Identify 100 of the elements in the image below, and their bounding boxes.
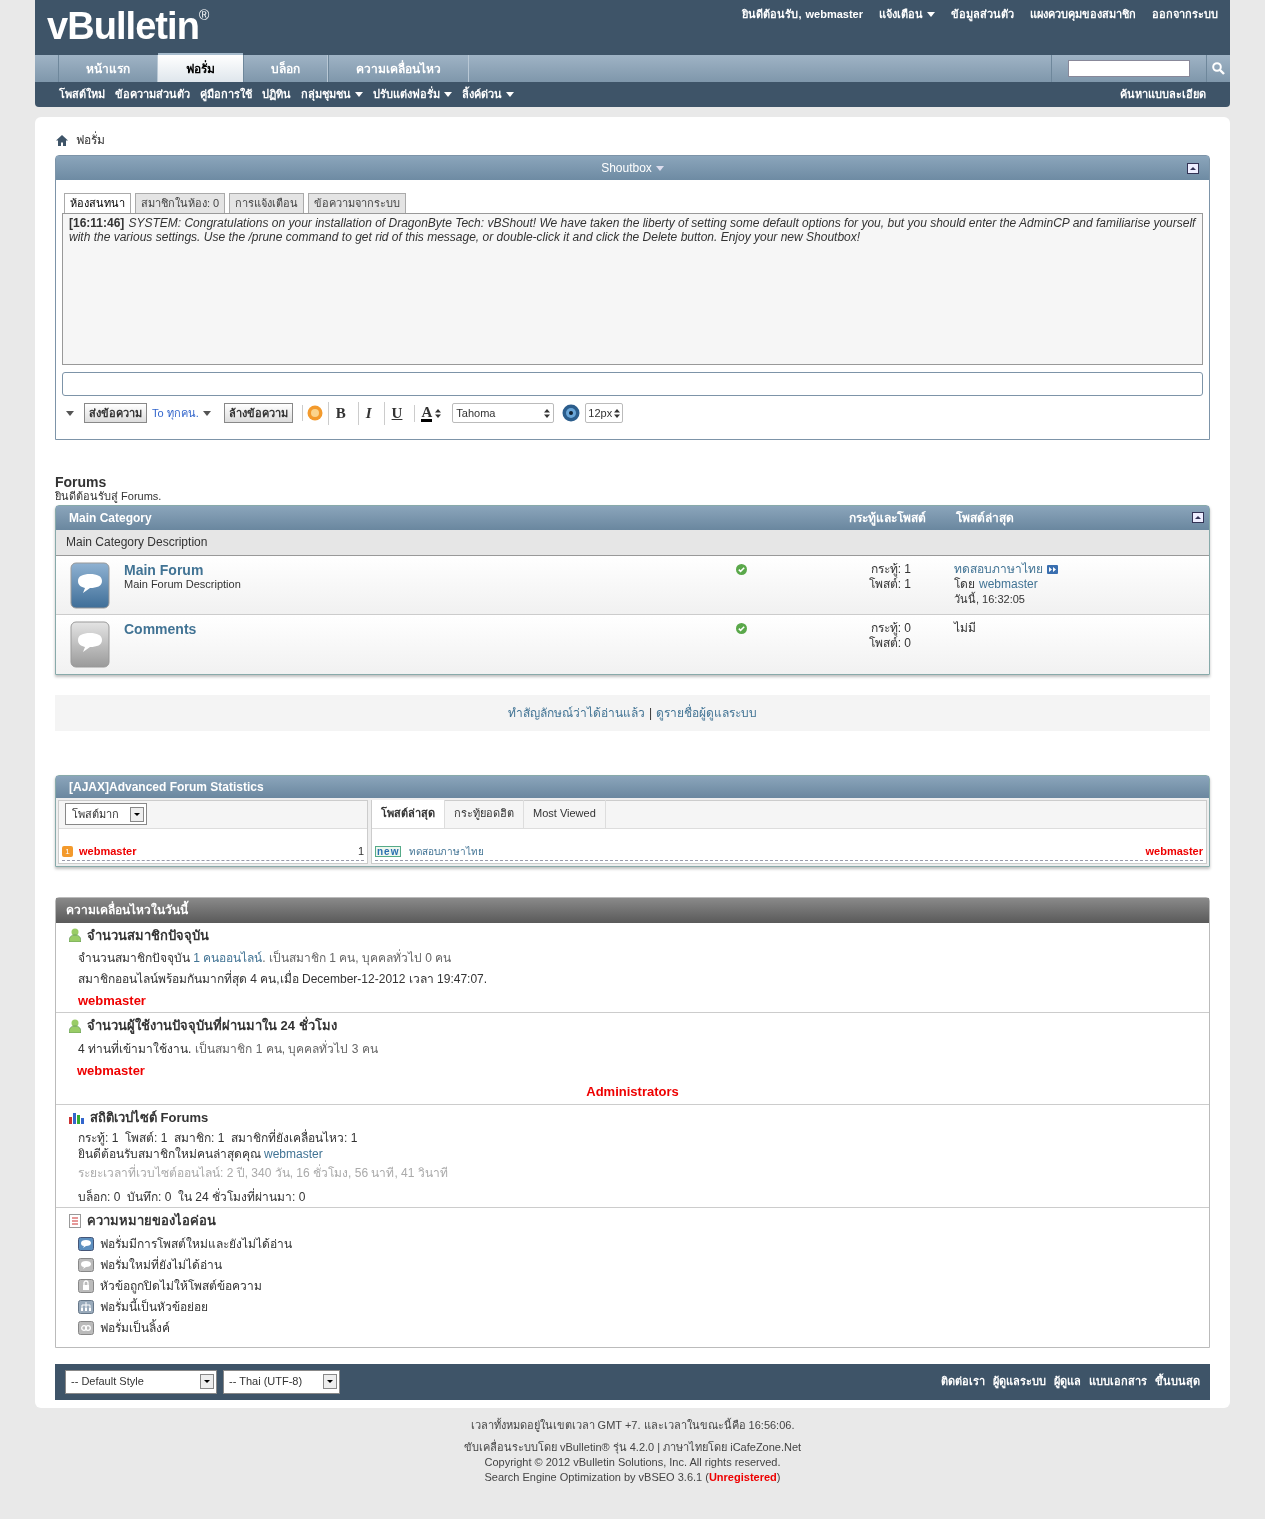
post-count: โพสต์: 1 (867, 576, 911, 592)
footer-link[interactable]: ผู้ดูแลระบบ (993, 1373, 1046, 1390)
go-to-post-button[interactable] (1047, 564, 1058, 574)
breadcrumb-link[interactable]: ฟอรั่ม (76, 131, 105, 149)
forum-description: Main Forum Description (124, 577, 241, 591)
font-color-button[interactable]: A (414, 404, 442, 422)
subnav-link[interactable]: ปรับแต่งฟอรั่ม (373, 86, 452, 103)
post-time: วันนี้, 16:32:05 (954, 591, 1026, 607)
vbulletin-logo[interactable]: vBulletin® (47, 0, 210, 48)
send-button[interactable]: ส่งข้อความ (84, 403, 147, 424)
subnav-link[interactable]: ปฏิทิน (262, 86, 291, 103)
style-select[interactable]: -- Default Style (65, 1369, 217, 1394)
size-select[interactable]: 12px (585, 403, 624, 424)
shoutbox-tab[interactable]: ข้อความจากระบบ (308, 193, 407, 213)
double-arrow-icon (1047, 564, 1058, 574)
collapse-icon (1187, 162, 1199, 174)
shoutbox-tab[interactable]: การแจ้งเตือน (229, 193, 305, 213)
stats-tab[interactable]: กระทู้ยอดฮิต (445, 799, 524, 828)
footer-link[interactable]: ทำสัญลักษณ์ว่าได้อ่านแล้ว (507, 703, 645, 722)
username-link[interactable]: webmaster (805, 6, 863, 23)
uptime-text: ระยะเวลาที่เวบไซต์ออนไลน์: 2 ปี, 340 วัน, 16 ชั่วโมง, 56 นาที, 41 วินาที (77, 1163, 449, 1182)
smilies-button[interactable] (301, 405, 323, 422)
footer-link[interactable]: ผู้ดูแล (1054, 1373, 1081, 1390)
bold-button[interactable]: B (327, 402, 353, 425)
stats-tab[interactable]: Most Viewed (524, 799, 606, 828)
username-link[interactable]: webmaster (264, 1146, 323, 1162)
activity-header: ความเคลื่อนไหวในวันนี้ (56, 897, 1209, 923)
footer-link[interactable]: ดูรายชื่อผู้ดูแลระบบ (656, 703, 758, 722)
user-icon (69, 928, 81, 943)
stats-tab[interactable]: โพสต์ล่าสุด (372, 799, 445, 828)
legend-label: ฟอรั่มนี้เป็นหัวข้อย่อย (100, 1297, 208, 1316)
search-icon (1212, 62, 1225, 75)
forum-title[interactable]: Main Forum (124, 561, 241, 578)
legend-label: หัวข้อถูกปิดไม่ให้โพสต์ข้อความ (100, 1277, 262, 1296)
subnav-link[interactable]: ลิ้งค์ด่วน (462, 86, 514, 103)
shoutbox-tab[interactable]: ห้องสนทนา (64, 193, 131, 213)
clear-button[interactable]: ล้างข้อความ (223, 403, 293, 424)
credits-text: Copyright © 2012 vBulletin Solutions, Inc. All rights reserved. (483, 1454, 782, 1470)
legend-label: ฟอรั่มใหม่ที่ยังไม่ได้อ่าน (100, 1255, 222, 1274)
check-icon (736, 563, 747, 575)
record-text: สมาชิกออนไลน์พร้อมกันมากที่สุด 4 คน,เมื่อ December-12-2012 เวลา 19:47:07. (77, 969, 489, 989)
top-link[interactable]: ออกจากระบบ (1152, 6, 1218, 23)
username-link[interactable]: webmaster (79, 842, 352, 860)
subnav-link[interactable]: คู่มือการใช้ (200, 86, 252, 103)
forum-new-posts-icon (78, 1237, 94, 1251)
shoutbox-tab[interactable]: สมาชิกในห้อง: 0 (135, 193, 226, 213)
category-description: Main Category Description (56, 529, 1209, 556)
thread-count: กระทู้: 0 (870, 620, 911, 636)
timezone-text: เวลาทั้งหมดอยู่ในเขตเวลา GMT +7. และเวลาในขณะนี้คือ 16:56:06. (469, 1417, 796, 1432)
username-link[interactable]: webmaster (979, 576, 1038, 592)
stepper-icon (544, 408, 551, 418)
footer-link[interactable]: ขึ้นบนสุด (1155, 1373, 1200, 1390)
home-icon (56, 134, 68, 146)
shout-input[interactable] (62, 372, 1203, 396)
visitor-breakdown: เป็นสมาชิก 1 คน, บุคคลทั่วไป 3 คน (195, 1039, 378, 1059)
subnav-link[interactable]: กลุ่มชุมชน (301, 86, 363, 103)
font-select[interactable]: Tahoma (452, 403, 555, 424)
footer-link[interactable]: แบบเอกสาร (1089, 1373, 1147, 1390)
caret-icon (202, 410, 211, 416)
welcome-text: ยินดีต้อนรับสมาชิกใหม่คนล่าสุดคุณ (78, 1146, 261, 1162)
section-heading: จำนวนสมาชิกปัจจุบัน (87, 926, 209, 945)
post-count: โพสต์: 0 (867, 635, 911, 651)
stepper-icon (435, 408, 442, 418)
sound-button[interactable] (562, 404, 581, 423)
username-link[interactable]: webmaster (1145, 842, 1203, 860)
username-link[interactable]: webmaster (69, 1059, 1196, 1081)
recipient-dropdown[interactable]: To ทุกคน. (152, 405, 211, 422)
section-subtitle: ยินดีต้อนรับสู่ Forums. (55, 489, 163, 503)
no-posts-text: ไม่มี (954, 620, 977, 636)
subnav-link[interactable]: ข้อความส่วนตัว (115, 86, 190, 103)
lock-icon (78, 1279, 94, 1293)
subforum-icon (78, 1300, 94, 1314)
link-icon (78, 1321, 94, 1335)
site-counts: กระทู้: 1 โพสต์: 1 สมาชิก: 1 สมาชิกที่ยังเคลื่อนไหว: 1 (77, 1130, 359, 1146)
sort-select[interactable]: โพสต์มาก (65, 803, 147, 825)
column-header: กระทู้และโพสต์ (848, 509, 926, 527)
check-icon (736, 622, 747, 634)
shout-message: [16:11:46] SYSTEM: Congratulations on your installation of DragonByte Tech: vBShout! We have taken the liberty of setting some default options for you, but you should enter the AdminCP and familiarise yourself with the various settings. Use the /prune command to get rid of this message, or double-click it and click the Delete button. Enjoy your new Shoutbox! (69, 216, 1196, 244)
visitor-count: 4 ท่านที่เข้ามาใช้งาน. (78, 1039, 192, 1058)
italic-button[interactable]: I (357, 402, 379, 425)
section-heading: ความหมายของไอค่อน (87, 1212, 216, 1230)
top-link[interactable]: แจ้งเตือน (879, 6, 935, 23)
language-select[interactable]: -- Thai (UTF-8) (223, 1369, 340, 1394)
search-field[interactable] (1068, 60, 1190, 77)
footer-link[interactable]: ติดต่อเรา (941, 1373, 985, 1390)
last-post-link[interactable]: ทดสอบภาษาไทย (954, 561, 1043, 577)
top-link[interactable]: ข้อมูลส่วนตัว (951, 6, 1014, 23)
top-link[interactable]: แผงควบคุมของสมาชิก (1030, 6, 1136, 23)
forum-title[interactable]: Comments (124, 620, 197, 637)
stepper-icon (614, 408, 621, 418)
post-count: 1 (357, 843, 364, 859)
thread-link[interactable]: ทดสอบภาษาไทย (409, 843, 1138, 859)
underline-button[interactable]: U (383, 402, 410, 425)
username-link[interactable]: webmaster (69, 990, 1196, 1011)
collapse-icon (1192, 512, 1204, 523)
stats-header: [AJAX]Advanced Forum Statistics (56, 775, 1209, 798)
nav-tab[interactable]: ฟอรั่ม (158, 53, 243, 82)
advanced-search-link[interactable]: ค้นหาแบบละเอียด (1120, 86, 1206, 103)
list-icon (69, 1213, 81, 1228)
subnav-link[interactable]: โพสต์ใหม่ (59, 86, 105, 103)
